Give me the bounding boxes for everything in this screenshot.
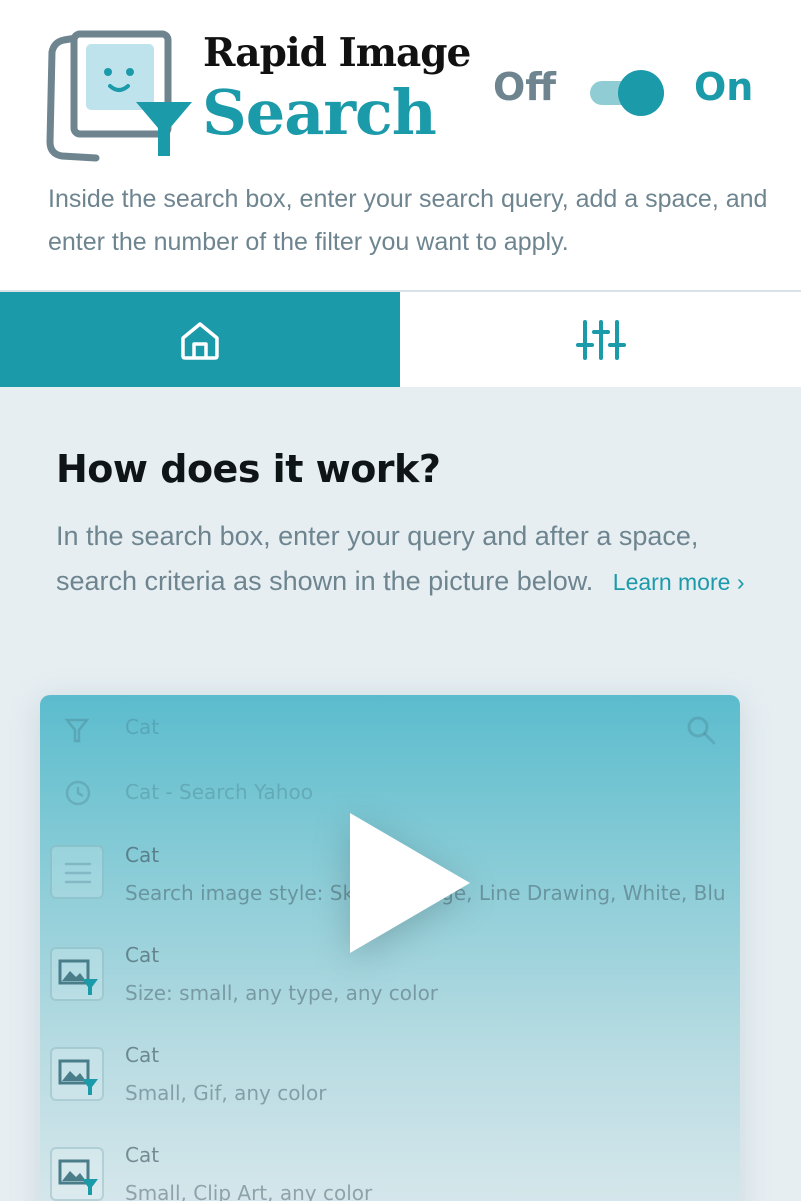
how-it-works-body: In the search box, enter your query and … (56, 521, 699, 596)
filter-icon (64, 718, 90, 743)
intro-text: Inside the search box, enter your search… (48, 185, 768, 256)
image-filter-icon (50, 1147, 104, 1201)
video-preview[interactable]: Cat Cat - Search Yahoo Cat Search image … (40, 695, 740, 1201)
brand-name-line2: Search (202, 76, 437, 149)
on-off-toggle[interactable] (590, 68, 672, 118)
suggestion-subtitle: Size: small, any type, any color (125, 981, 439, 1005)
sliders-icon (50, 845, 104, 899)
learn-more-link[interactable]: Learn more › (613, 569, 745, 595)
clock-icon (65, 780, 91, 806)
video-suggestion-row: Cat Small, Clip Art, any color (40, 1135, 740, 1201)
video-suggestion-row: Cat Small, Gif, any color (40, 1035, 740, 1115)
how-it-works-text: In the search box, enter your query and … (56, 514, 776, 605)
suggestion-subtitle: Small, Gif, any color (125, 1081, 327, 1105)
search-icon (687, 716, 716, 745)
suggestion-title: Cat (125, 943, 160, 967)
image-filter-icon (50, 1047, 104, 1101)
suggestion-title: Cat (125, 1043, 160, 1067)
video-search-value: Cat (125, 715, 160, 739)
play-icon[interactable] (350, 813, 470, 953)
tab-bar (0, 290, 801, 387)
how-it-works-title: How does it work? (56, 447, 441, 491)
tab-filters[interactable] (400, 292, 801, 387)
home-icon (181, 321, 219, 360)
image-filter-icon (50, 947, 104, 1001)
logo-icon (46, 30, 196, 165)
video-history-row: Cat - Search Yahoo (40, 773, 740, 813)
video-history-text: Cat - Search Yahoo (125, 780, 313, 804)
brand-name-line1: Rapid Image (203, 30, 471, 76)
suggestion-subtitle: Small, Clip Art, any color (125, 1181, 373, 1201)
main-content: How does it work? In the search box, ent… (0, 387, 801, 1201)
tab-home[interactable] (0, 292, 400, 387)
suggestion-title: Cat (125, 843, 160, 867)
header: Rapid Image Search Off On Inside the sea… (0, 0, 801, 290)
toggle-on-label: On (694, 65, 754, 109)
video-search-bar: Cat (40, 705, 740, 755)
sliders-icon (575, 319, 626, 360)
chevron-right-icon: › (736, 569, 745, 595)
learn-more-label: Learn more (612, 569, 731, 595)
toggle-off-label: Off (493, 65, 557, 109)
toggle-knob (618, 70, 664, 116)
suggestion-title: Cat (125, 1143, 160, 1167)
